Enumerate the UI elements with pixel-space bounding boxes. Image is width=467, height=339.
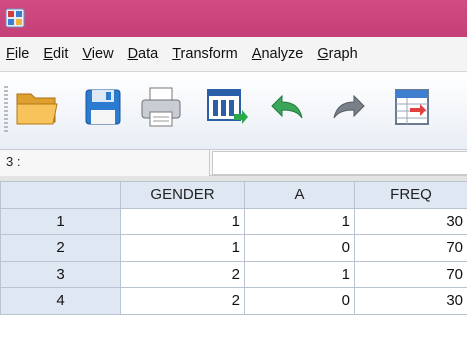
table-cell[interactable]: 0 xyxy=(244,287,355,315)
table-cell[interactable]: 30 xyxy=(354,287,467,315)
table-row: 1 1 1 30 xyxy=(0,207,467,235)
table-cell[interactable]: 0 xyxy=(244,234,355,262)
print-icon[interactable] xyxy=(138,84,184,130)
cell-editor-bar: 3 : xyxy=(0,150,467,176)
data-grid: GENDER A FREQ 1 1 1 30 2 1 0 70 3 2 1 70… xyxy=(0,181,467,315)
undo-icon[interactable] xyxy=(264,84,310,130)
open-folder-icon[interactable] xyxy=(14,84,60,130)
table-cell[interactable]: 70 xyxy=(354,234,467,262)
cell-reference: 3 : xyxy=(0,150,210,176)
table-cell[interactable]: 70 xyxy=(354,260,467,288)
toolbar-grip[interactable] xyxy=(4,86,8,134)
title-bar xyxy=(0,0,467,37)
table-cell[interactable]: 1 xyxy=(244,260,355,288)
menu-file[interactable]: File xyxy=(6,46,29,62)
menu-graphs[interactable]: Graph xyxy=(317,46,357,62)
table-cell[interactable]: 30 xyxy=(354,207,467,235)
menu-analyze[interactable]: Analyze xyxy=(252,46,304,62)
menu-edit[interactable]: Edit xyxy=(43,46,68,62)
table-cell[interactable]: 2 xyxy=(120,287,245,315)
recall-dialog-icon[interactable] xyxy=(204,84,250,130)
menu-data[interactable]: Data xyxy=(128,46,159,62)
grid-corner[interactable] xyxy=(0,181,121,209)
menu-transform[interactable]: Transform xyxy=(172,46,238,62)
column-header-freq[interactable]: FREQ xyxy=(354,181,467,209)
table-cell[interactable]: 2 xyxy=(120,260,245,288)
cell-value-input[interactable] xyxy=(212,151,467,175)
toolbar xyxy=(0,72,467,150)
spss-app-icon[interactable] xyxy=(5,8,25,28)
table-cell[interactable]: 1 xyxy=(120,234,245,262)
goto-case-icon[interactable] xyxy=(390,84,436,130)
menu-view[interactable]: View xyxy=(82,46,113,62)
column-header-gender[interactable]: GENDER xyxy=(120,181,245,209)
column-header-a[interactable]: A xyxy=(244,181,355,209)
table-row: 2 1 0 70 xyxy=(0,234,467,262)
row-header[interactable]: 2 xyxy=(0,234,121,262)
row-header[interactable]: 3 xyxy=(0,260,121,288)
save-icon[interactable] xyxy=(80,84,126,130)
table-row: 3 2 1 70 xyxy=(0,260,467,288)
table-cell[interactable]: 1 xyxy=(120,207,245,235)
redo-icon[interactable] xyxy=(326,84,372,130)
row-header[interactable]: 1 xyxy=(0,207,121,235)
row-header[interactable]: 4 xyxy=(0,287,121,315)
table-row: 4 2 0 30 xyxy=(0,287,467,315)
menu-bar: File Edit View Data Transform Analyze Gr… xyxy=(0,37,467,72)
table-cell[interactable]: 1 xyxy=(244,207,355,235)
